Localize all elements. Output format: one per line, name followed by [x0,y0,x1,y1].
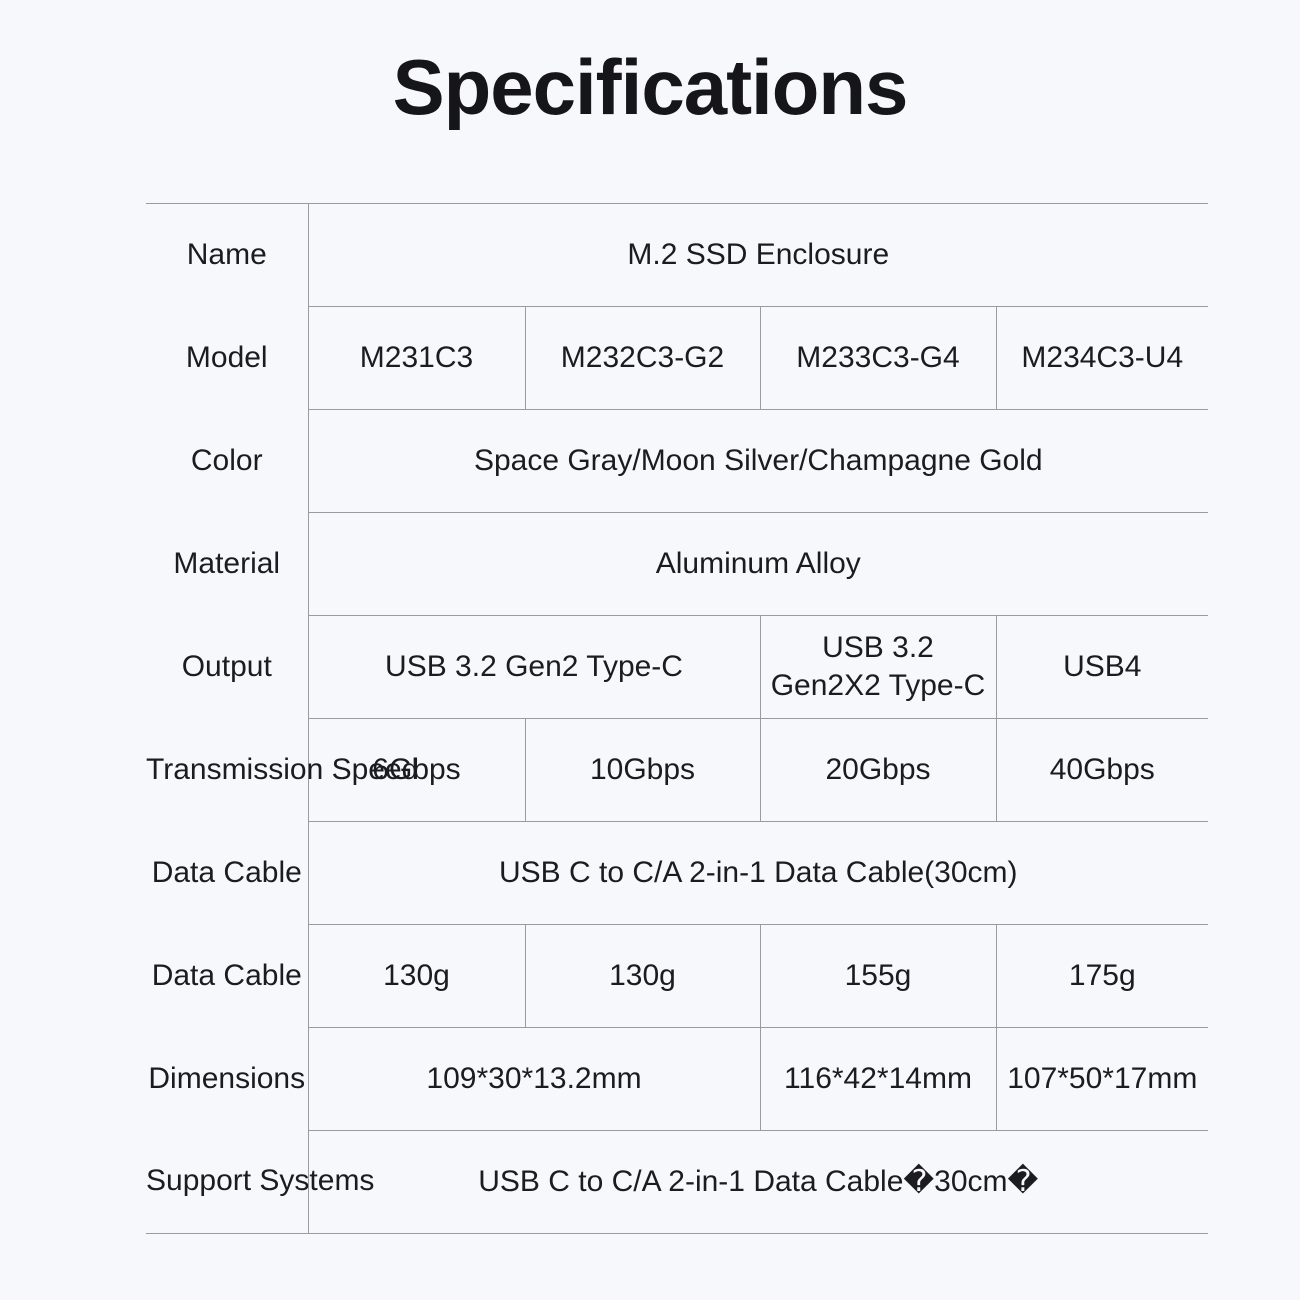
table-cell: 40Gbps [996,718,1209,822]
table-cell: 10Gbps [525,718,761,822]
table-cell: 175g [996,924,1209,1028]
table-cell: Aluminum Alloy [308,512,1209,616]
table-cell: USB C to C/A 2-in-1 Data Cable(30cm) [308,821,1209,925]
table-cell: 20Gbps [760,718,997,822]
specifications-table-container: Name M.2 SSD Enclosure Model M231C3 M232C3-G… [146,203,1209,1234]
table-row: Transmission Speed 6Gbps 10Gbps 20Gbps 40Gbp… [146,718,1209,822]
table-cell: M233C3-G4 [760,306,997,410]
table-cell: USB 3.2 Gen2 Type-C [308,615,761,719]
table-cell: 155g [760,924,997,1028]
table-cell: 116*42*14mm [760,1027,997,1131]
table-cell: 109*30*13.2mm [308,1027,761,1131]
table-cell: USB C to C/A 2-in-1 Data Cable�30cm� [478,1164,1039,1198]
row-label: Dimensions [146,1027,309,1131]
row-label: Support Systems [146,1130,374,1234]
table-row: Model M231C3 M232C3-G2 M233C3-G4 M234C3-U4 [146,306,1209,410]
table-cell: M234C3-U4 [996,306,1209,410]
row-label: Material [146,512,309,616]
row-label: Transmission Speed [146,718,418,822]
table-row: Material Aluminum Alloy [146,512,1209,616]
table-cell: M231C3 [308,306,526,410]
specifications-page: Specifications Name M.2 SSD Enclosure Mode… [0,0,1300,1300]
row-label: Data Cable [146,821,309,925]
table-row: Data Cable USB C to C/A 2-in-1 Data Cable… [146,821,1209,925]
cell-line-2: Gen2X2 Type-C [770,669,986,702]
table-cell: 130g [308,924,526,1028]
specifications-table: Name M.2 SSD Enclosure Model M231C3 M232C3-G… [146,203,1209,1234]
row-label: Color [146,409,309,513]
row-label: Data Cable [146,924,309,1028]
table-row: Dimensions 109*30*13.2mm 116*42*14mm 107*50… [146,1027,1209,1131]
row-label: Model [146,306,309,410]
table-cell: M232C3-G2 [525,306,761,410]
cell-line-1: USB 3.2 [822,631,934,665]
table-cell: M.2 SSD Enclosure [308,203,1209,307]
page-title: Specifications [392,43,909,131]
table-cell: Space Gray/Moon Silver/Champagne Gold [308,409,1209,513]
table-cell: 130g [525,924,761,1028]
row-label: Output [146,615,309,719]
table-cell: 107*50*17mm [996,1027,1209,1131]
table-row: Data Cable 130g 130g 155g 175g [146,924,1209,1028]
row-label: Name [146,203,309,307]
table-row: Support Systems USB C to C/A 2-in-1 Data … [146,1130,1208,1234]
table-row: Output USB 3.2 Gen2 Type-C USB 3.2 Gen2X2 T… [146,615,1209,719]
specifications-table-body: Name M.2 SSD Enclosure Model M231C3 M232C3-G… [146,203,1209,1234]
table-row: Name M.2 SSD Enclosure [146,203,1209,307]
table-cell: USB 3.2 Gen2X2 Type-C [760,615,997,719]
table-cell: USB4 [996,615,1209,719]
table-row: Color Space Gray/Moon Silver/Champagne Go… [146,409,1209,513]
